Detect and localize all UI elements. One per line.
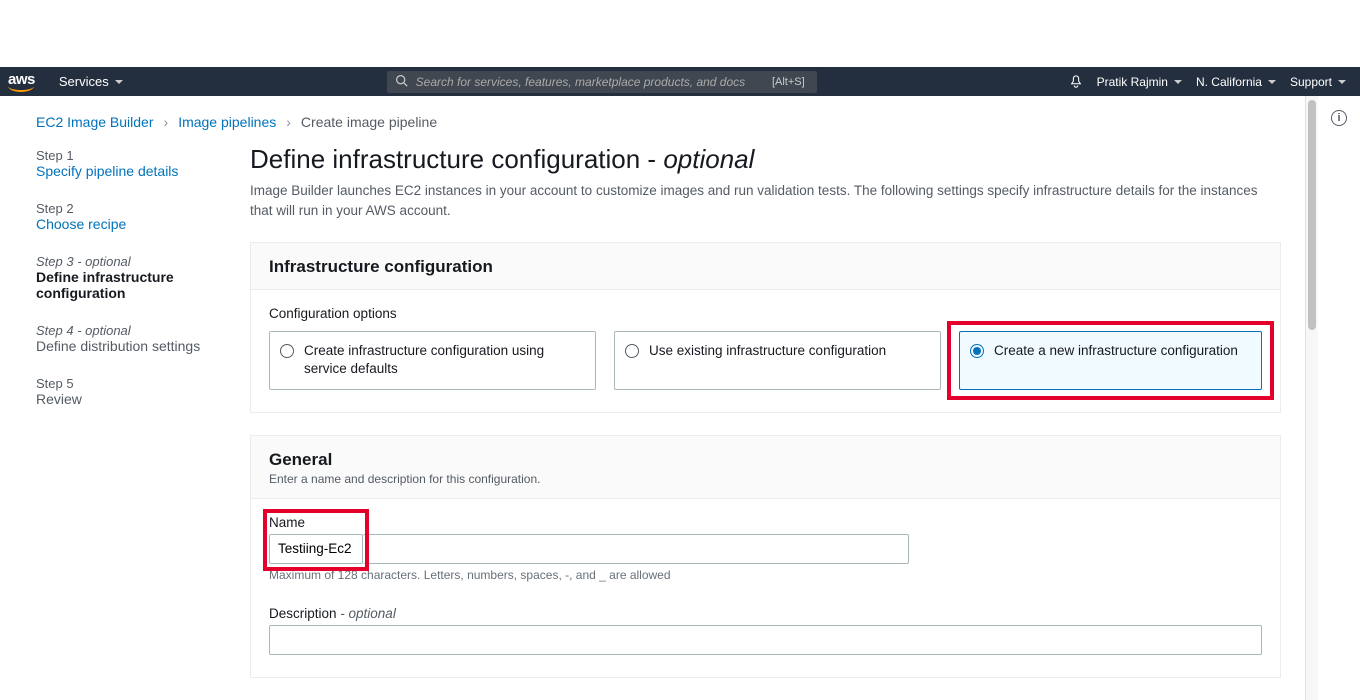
wizard-steps: Step 1 Specify pipeline details Step 2 C…: [36, 144, 226, 700]
step-number: Step 3 - optional: [36, 254, 226, 269]
description-label: Description - optional: [269, 606, 1262, 621]
chevron-right-icon: ›: [286, 114, 291, 130]
radio-icon: [280, 344, 294, 358]
step-disabled-review: Review: [36, 391, 226, 407]
region-label: N. California: [1196, 75, 1262, 89]
description-label-optional: - optional: [337, 606, 396, 621]
support-menu[interactable]: Support: [1290, 75, 1346, 89]
option-label: Create a new infrastructure configuratio…: [994, 342, 1238, 360]
step-active-infra-config: Define infrastructure configuration: [36, 269, 226, 301]
option-label: Create infrastructure configuration usin…: [304, 342, 583, 378]
search-icon: [395, 74, 408, 90]
option-label: Use existing infrastructure configuratio…: [649, 342, 886, 360]
config-options-label: Configuration options: [269, 306, 1262, 321]
breadcrumb-current: Create image pipeline: [301, 114, 437, 130]
name-input[interactable]: [269, 534, 363, 564]
panel-infra-config: Infrastructure configuration Configurati…: [250, 242, 1281, 412]
option-service-defaults[interactable]: Create infrastructure configuration usin…: [269, 331, 596, 389]
breadcrumb-link[interactable]: Image pipelines: [178, 114, 276, 130]
name-input-extension[interactable]: [363, 534, 909, 564]
info-panel-toggle-col: i: [1318, 96, 1360, 700]
option-create-new[interactable]: Create a new infrastructure configuratio…: [959, 331, 1262, 389]
name-label: Name: [269, 515, 363, 530]
global-search[interactable]: [Alt+S]: [387, 71, 817, 93]
annotation-highlight: Create a new infrastructure configuratio…: [959, 331, 1262, 389]
notifications-button[interactable]: [1069, 75, 1083, 89]
search-input[interactable]: [416, 75, 760, 89]
chevron-down-icon: [1174, 80, 1182, 84]
user-name: Pratik Rajmin: [1097, 75, 1168, 89]
panel-title: Infrastructure configuration: [269, 257, 1262, 277]
page-title-main: Define infrastructure configuration -: [250, 144, 663, 174]
user-menu[interactable]: Pratik Rajmin: [1097, 75, 1182, 89]
services-label: Services: [59, 74, 109, 89]
vertical-scrollbar[interactable]: [1305, 96, 1318, 700]
step-number: Step 5: [36, 376, 226, 391]
scrollbar-thumb[interactable]: [1308, 100, 1316, 330]
search-shortcut: [Alt+S]: [768, 76, 809, 88]
step-disabled-distribution: Define distribution settings: [36, 338, 226, 354]
step-link-pipeline-details[interactable]: Specify pipeline details: [36, 163, 226, 179]
step-link-choose-recipe[interactable]: Choose recipe: [36, 216, 226, 232]
aws-logo[interactable]: aws: [0, 71, 47, 92]
top-nav: aws Services [Alt+S] Pratik Rajmin N. Ca…: [0, 67, 1360, 96]
brand-bar: [0, 0, 1360, 67]
panel-general: General Enter a name and description for…: [250, 435, 1281, 678]
name-help-text: Maximum of 128 characters. Letters, numb…: [269, 568, 1262, 582]
option-use-existing[interactable]: Use existing infrastructure configuratio…: [614, 331, 941, 389]
panel-subtitle: Enter a name and description for this co…: [269, 472, 1262, 486]
annotation-highlight: Name: [269, 515, 363, 564]
page-description: Image Builder launches EC2 instances in …: [250, 181, 1281, 220]
radio-icon: [970, 344, 984, 358]
aws-smile-icon: [8, 86, 34, 92]
region-menu[interactable]: N. California: [1196, 75, 1276, 89]
info-icon[interactable]: i: [1331, 110, 1347, 126]
chevron-down-icon: [1338, 80, 1346, 84]
breadcrumb: EC2 Image Builder › Image pipelines › Cr…: [0, 96, 1305, 144]
step-number: Step 1: [36, 148, 226, 163]
description-input[interactable]: [269, 625, 1262, 655]
panel-title: General: [269, 450, 1262, 470]
chevron-right-icon: ›: [164, 114, 169, 130]
step-number: Step 4 - optional: [36, 323, 226, 338]
chevron-down-icon: [1268, 80, 1276, 84]
support-label: Support: [1290, 75, 1332, 89]
services-menu[interactable]: Services: [47, 74, 135, 89]
page-title-optional: optional: [663, 144, 754, 174]
description-label-main: Description: [269, 606, 337, 621]
bell-icon: [1069, 75, 1083, 89]
page-title: Define infrastructure configuration - op…: [250, 144, 1281, 175]
radio-icon: [625, 344, 639, 358]
breadcrumb-link[interactable]: EC2 Image Builder: [36, 114, 154, 130]
step-number: Step 2: [36, 201, 226, 216]
chevron-down-icon: [115, 80, 123, 84]
